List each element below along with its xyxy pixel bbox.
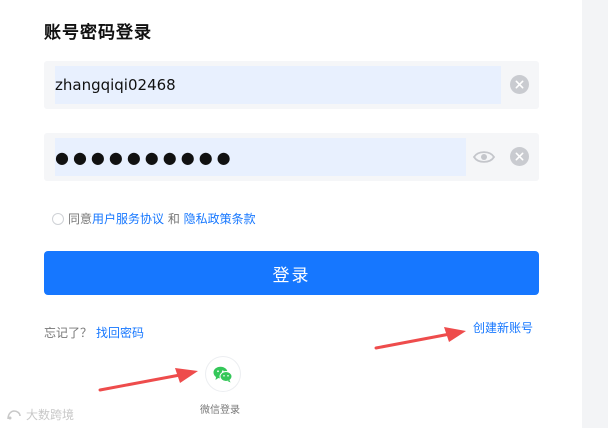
terms-link[interactable]: 用户服务协议 (92, 210, 164, 227)
privacy-link[interactable]: 隐私政策条款 (184, 210, 256, 227)
wechat-login-button[interactable] (206, 357, 240, 391)
password-input[interactable] (55, 138, 466, 176)
username-field (44, 61, 539, 109)
wechat-login-label: 微信登录 (200, 405, 240, 416)
annotation-arrow-create-account (374, 327, 466, 350)
create-account-link[interactable]: 创建新账号 (473, 319, 533, 336)
agreement-checkbox[interactable] (52, 212, 64, 225)
watermark-logo-icon (7, 409, 21, 419)
forgot-prefix: 忘记了？ (44, 326, 93, 340)
password-field (44, 133, 539, 181)
agreement-and: 和 (164, 212, 184, 226)
clear-icon[interactable] (510, 147, 529, 166)
agreement-prefix: 同意 (68, 212, 93, 226)
eye-icon[interactable] (472, 147, 496, 167)
annotation-arrow-wechat (98, 368, 198, 392)
login-button[interactable]: 登录 (44, 251, 539, 295)
watermark: 大数跨境 (6, 406, 74, 423)
recover-password-link[interactable]: 找回密码 (96, 326, 144, 340)
wechat-icon (213, 366, 233, 382)
agreement-row: 同意 用户服务协议 和 隐私政策条款 (52, 210, 256, 227)
username-input[interactable] (55, 66, 501, 104)
page-edge-strip (582, 0, 608, 428)
page-title: 账号密码登录 (44, 23, 152, 43)
clear-icon[interactable] (510, 75, 529, 94)
forgot-password-row: 忘记了？ 找回密码 (44, 324, 144, 341)
watermark-text: 大数跨境 (26, 408, 75, 422)
